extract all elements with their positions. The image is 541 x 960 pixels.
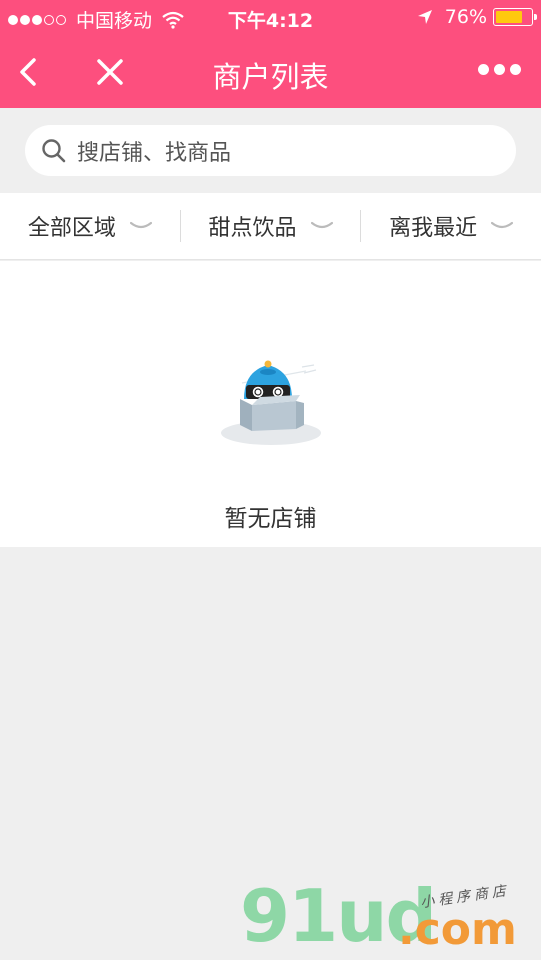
search-placeholder: 搜店铺、找商品 (77, 140, 232, 166)
battery-percent: 76% (444, 6, 487, 28)
chevron-down-icon (491, 221, 514, 229)
chevron-down-icon (129, 221, 152, 229)
nav-bar: 商户列表 (0, 36, 541, 108)
empty-message: 暂无店铺 (224, 506, 317, 532)
chevron-down-icon (310, 221, 333, 229)
search-input[interactable]: 搜店铺、找商品 (25, 125, 516, 176)
empty-box-mascot-icon (221, 360, 321, 445)
filter-label: 全部区域 (27, 216, 116, 241)
filter-bar: 全部区域 甜点饮品 离我最近 (0, 193, 541, 260)
filter-label: 甜点饮品 (208, 216, 297, 241)
filter-region[interactable]: 全部区域 (0, 210, 180, 242)
shop-list: 暂无店铺 (0, 261, 541, 547)
location-arrow-icon (417, 10, 432, 24)
battery-icon (493, 8, 537, 26)
battery-fill (496, 11, 522, 23)
status-bar: 中国移动 下午4:12 76% (0, 0, 541, 36)
search-area: 搜店铺、找商品 (0, 108, 541, 193)
search-icon (42, 138, 66, 162)
status-right: 76% (417, 6, 537, 28)
filter-sort[interactable]: 离我最近 (360, 210, 541, 242)
filter-label: 离我最近 (389, 216, 478, 241)
watermark-logo: 91ud .com 小程序商店 (240, 880, 540, 960)
watermark-domain: .com (398, 904, 517, 955)
more-dots-icon[interactable] (473, 64, 521, 75)
page-title: 商户列表 (212, 60, 329, 94)
filter-category[interactable]: 甜点饮品 (179, 210, 361, 242)
